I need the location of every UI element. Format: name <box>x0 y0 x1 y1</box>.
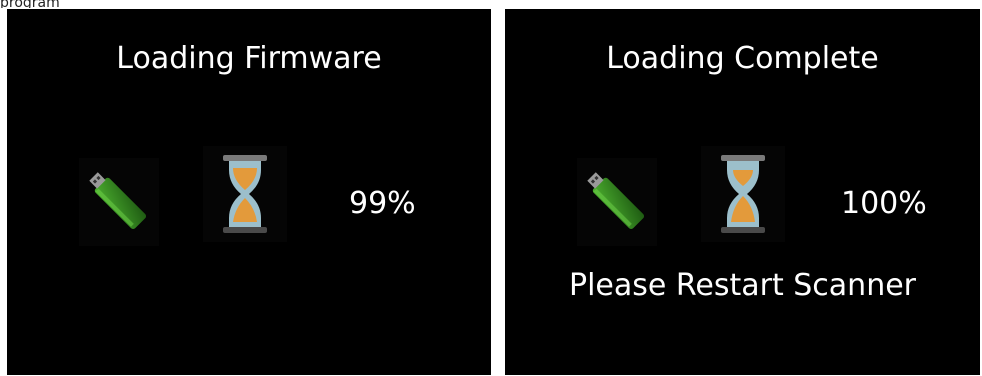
scanner-screen-loading: Loading Firmware 99% <box>7 9 491 375</box>
cropped-caption: program <box>0 0 60 8</box>
screen-title: Loading Complete <box>606 41 879 76</box>
progress-percent: 99% <box>349 186 416 221</box>
status-icons-row: 100% <box>505 146 980 256</box>
hourglass-icon <box>203 146 287 242</box>
progress-percent: 100% <box>841 186 927 221</box>
scanner-screen-complete: Loading Complete 100% Please Restart Sca… <box>505 9 980 375</box>
status-message: Please Restart Scanner <box>569 268 916 303</box>
usb-drive-icon <box>577 158 657 246</box>
usb-drive-icon <box>79 158 159 246</box>
status-icons-row: 99% <box>7 146 491 256</box>
screen-title: Loading Firmware <box>116 41 382 76</box>
page: program Loading Firmware 99% Loading Com… <box>0 0 982 376</box>
hourglass-icon <box>701 146 785 242</box>
